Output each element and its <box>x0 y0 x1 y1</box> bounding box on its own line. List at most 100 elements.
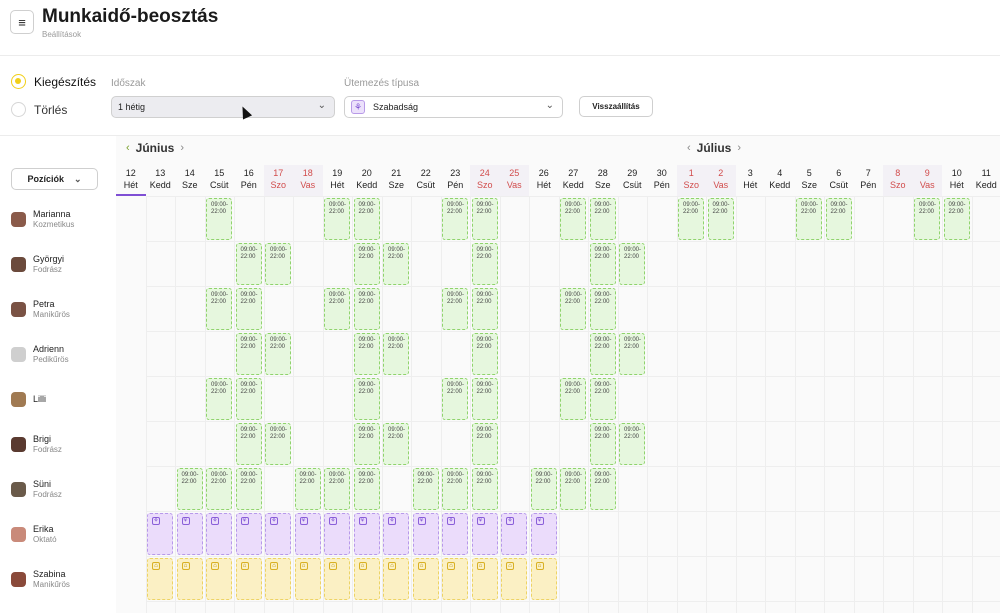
leave-cell[interactable]: ⌂ <box>176 558 203 600</box>
shift-cell[interactable]: 09:00- 22:00 <box>589 198 616 240</box>
period-select[interactable]: 1 hétig ⌄ <box>111 96 335 118</box>
shift-cell[interactable]: 09:00- 22:00 <box>678 198 704 240</box>
shift-cell[interactable]: 09:00- 22:00 <box>383 423 409 465</box>
shift-cell[interactable]: 09:00- 22:00 <box>589 288 616 330</box>
shift-cell[interactable]: 09:00- 22:00 <box>294 468 321 510</box>
vacation-cell[interactable]: ⚘ <box>501 513 527 555</box>
shift-cell[interactable]: 09:00- 22:00 <box>471 288 498 330</box>
leave-cell[interactable]: ⌂ <box>206 558 232 600</box>
staff-row[interactable]: Lilli <box>11 384 46 414</box>
shift-cell[interactable]: 09:00- 22:00 <box>383 243 409 285</box>
staff-row[interactable]: Süni Fodrász <box>11 474 62 504</box>
leave-cell[interactable]: ⌂ <box>530 558 557 600</box>
shift-cell[interactable]: 09:00- 22:00 <box>560 378 586 420</box>
shift-cell[interactable]: 09:00- 22:00 <box>176 468 203 510</box>
shift-cell[interactable]: 09:00- 22:00 <box>353 198 380 240</box>
shift-cell[interactable]: 09:00- 22:00 <box>471 333 498 375</box>
shift-cell[interactable]: 09:00- 22:00 <box>206 288 232 330</box>
shift-cell[interactable]: 09:00- 22:00 <box>324 468 350 510</box>
shift-cell[interactable]: 09:00- 22:00 <box>383 333 409 375</box>
shift-cell[interactable]: 09:00- 22:00 <box>265 333 291 375</box>
vacation-cell[interactable]: ⚘ <box>265 513 291 555</box>
chevron-right-icon[interactable]: › <box>180 142 184 154</box>
staff-row[interactable]: Petra Manikűrös <box>11 294 70 324</box>
leave-cell[interactable]: ⌂ <box>383 558 409 600</box>
shift-cell[interactable]: 09:00- 22:00 <box>235 378 262 420</box>
leave-cell[interactable]: ⌂ <box>324 558 350 600</box>
hamburger-icon[interactable]: ≡ <box>10 10 34 34</box>
vacation-cell[interactable]: ⚘ <box>206 513 232 555</box>
reset-button[interactable]: Visszaállítás <box>579 96 653 117</box>
shift-cell[interactable]: 09:00- 22:00 <box>206 468 232 510</box>
shift-cell[interactable]: 09:00- 22:00 <box>589 333 616 375</box>
leave-cell[interactable]: ⌂ <box>294 558 321 600</box>
shift-cell[interactable]: 09:00- 22:00 <box>796 198 822 240</box>
leave-cell[interactable]: ⌂ <box>353 558 380 600</box>
shift-cell[interactable]: 09:00- 22:00 <box>353 468 380 510</box>
shift-cell[interactable]: 09:00- 22:00 <box>324 198 350 240</box>
leave-cell[interactable]: ⌂ <box>235 558 262 600</box>
vacation-cell[interactable]: ⚘ <box>176 513 203 555</box>
shift-cell[interactable]: 09:00- 22:00 <box>471 198 498 240</box>
shift-cell[interactable]: 09:00- 22:00 <box>589 423 616 465</box>
staff-row[interactable]: Györgyi Fodrász <box>11 249 64 279</box>
shift-cell[interactable]: 09:00- 22:00 <box>442 198 468 240</box>
shift-cell[interactable]: 09:00- 22:00 <box>471 378 498 420</box>
leave-cell[interactable]: ⌂ <box>471 558 498 600</box>
vacation-cell[interactable]: ⚘ <box>353 513 380 555</box>
shift-cell[interactable]: 09:00- 22:00 <box>589 243 616 285</box>
shift-cell[interactable]: 09:00- 22:00 <box>442 468 468 510</box>
vacation-cell[interactable]: ⚘ <box>147 513 173 555</box>
shift-cell[interactable]: 09:00- 22:00 <box>412 468 439 510</box>
leave-cell[interactable]: ⌂ <box>147 558 173 600</box>
shift-cell[interactable]: 09:00- 22:00 <box>471 423 498 465</box>
shift-cell[interactable]: 09:00- 22:00 <box>206 378 232 420</box>
chevron-left-icon[interactable]: ‹ <box>126 142 130 154</box>
shift-cell[interactable]: 09:00- 22:00 <box>324 288 350 330</box>
vacation-cell[interactable]: ⚘ <box>471 513 498 555</box>
shift-cell[interactable]: 09:00- 22:00 <box>265 243 291 285</box>
vacation-cell[interactable]: ⚘ <box>530 513 557 555</box>
shift-cell[interactable]: 09:00- 22:00 <box>353 423 380 465</box>
shift-cell[interactable]: 09:00- 22:00 <box>471 468 498 510</box>
chevron-left-icon[interactable]: ‹ <box>687 142 691 154</box>
vacation-cell[interactable]: ⚘ <box>442 513 468 555</box>
leave-cell[interactable]: ⌂ <box>442 558 468 600</box>
shift-cell[interactable]: 09:00- 22:00 <box>589 468 616 510</box>
shift-cell[interactable]: 09:00- 22:00 <box>353 288 380 330</box>
positions-dropdown[interactable]: Pozíciók ⌄ <box>11 168 98 190</box>
shift-cell[interactable]: 09:00- 22:00 <box>943 198 970 240</box>
shift-cell[interactable]: 09:00- 22:00 <box>442 378 468 420</box>
shift-cell[interactable]: 09:00- 22:00 <box>235 288 262 330</box>
radio-torles[interactable]: Törlés <box>11 102 67 117</box>
shift-cell[interactable]: 09:00- 22:00 <box>235 468 262 510</box>
shift-cell[interactable]: 09:00- 22:00 <box>560 288 586 330</box>
leave-cell[interactable]: ⌂ <box>501 558 527 600</box>
schedule-type-select[interactable]: ⚘ Szabadság ⌄ <box>344 96 563 118</box>
shift-cell[interactable]: 09:00- 22:00 <box>914 198 940 240</box>
shift-cell[interactable]: 09:00- 22:00 <box>560 468 586 510</box>
shift-cell[interactable]: 09:00- 22:00 <box>471 243 498 285</box>
vacation-cell[interactable]: ⚘ <box>294 513 321 555</box>
leave-cell[interactable]: ⌂ <box>265 558 291 600</box>
shift-cell[interactable]: 09:00- 22:00 <box>235 423 262 465</box>
shift-cell[interactable]: 09:00- 22:00 <box>560 198 586 240</box>
leave-cell[interactable]: ⌂ <box>412 558 439 600</box>
shift-cell[interactable]: 09:00- 22:00 <box>265 423 291 465</box>
shift-cell[interactable]: 09:00- 22:00 <box>619 243 645 285</box>
staff-row[interactable]: Marianna Kozmetikus <box>11 204 74 234</box>
staff-row[interactable]: Szabina Manikűrös <box>11 564 70 594</box>
staff-row[interactable]: Adrienn Pedikűrös <box>11 339 69 369</box>
radio-kiegeszites[interactable]: Kiegészítés <box>11 74 96 89</box>
shift-cell[interactable]: 09:00- 22:00 <box>530 468 557 510</box>
vacation-cell[interactable]: ⚘ <box>412 513 439 555</box>
shift-cell[interactable]: 09:00- 22:00 <box>619 423 645 465</box>
shift-cell[interactable]: 09:00- 22:00 <box>825 198 852 240</box>
shift-cell[interactable]: 09:00- 22:00 <box>589 378 616 420</box>
vacation-cell[interactable]: ⚘ <box>235 513 262 555</box>
shift-cell[interactable]: 09:00- 22:00 <box>707 198 734 240</box>
shift-cell[interactable]: 09:00- 22:00 <box>619 333 645 375</box>
staff-row[interactable]: Brigi Fodrász <box>11 429 62 459</box>
shift-cell[interactable]: 09:00- 22:00 <box>353 243 380 285</box>
staff-row[interactable]: Erika Oktató <box>11 519 57 549</box>
